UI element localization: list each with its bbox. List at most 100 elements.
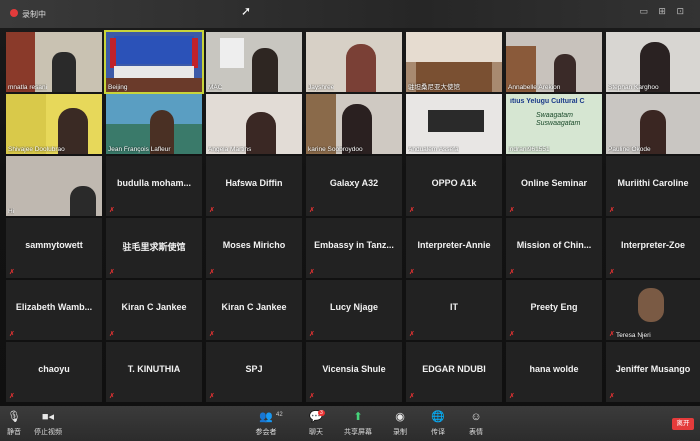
chat-label: 聊天 xyxy=(309,429,323,436)
participant-name: Muriithi Caroline xyxy=(617,178,689,188)
stage-backdrop xyxy=(114,36,194,64)
meeting-window: 录制中 ➚ ▭ ⊞ ⊡ mnatla resani Beijing MAC Ja… xyxy=(0,0,700,441)
participant-name: Moses Miricho xyxy=(222,240,286,250)
record-label: 录制 xyxy=(393,429,407,436)
video-tile[interactable]: Shivajee Doolubrao xyxy=(6,94,102,154)
participant-name: sammytowett xyxy=(25,240,83,250)
person-silhouette xyxy=(346,44,376,92)
share-screen-button[interactable]: ⬆ 共享屏幕 xyxy=(338,410,378,437)
recording-dot-icon xyxy=(10,9,18,17)
participant-name: Jeniffer Musango xyxy=(615,364,691,374)
video-tile[interactable]: Jean François Lafleur xyxy=(106,94,202,154)
participant-tile[interactable]: Online Seminar ✗ xyxy=(506,156,602,216)
participant-tile[interactable]: Moses Miricho ✗ xyxy=(206,218,302,278)
mic-muted-icon: ✗ xyxy=(109,393,115,400)
video-camera-icon: ■◂ xyxy=(41,411,55,423)
participant-grid: mnatla resani Beijing MAC Jayshree 驻坦桑尼亚… xyxy=(6,30,700,404)
video-tile[interactable]: mnatla resani xyxy=(6,32,102,92)
participant-label: Pauline Okode xyxy=(608,146,651,153)
mouse-cursor-icon: ➚ xyxy=(241,4,252,18)
record-icon: ◉ xyxy=(395,411,405,423)
participant-tile[interactable]: SPJ ✗ xyxy=(206,342,302,402)
chat-button[interactable]: 💬 3 聊天 xyxy=(296,410,336,437)
participant-tile[interactable]: hana wolde ✗ xyxy=(506,342,602,402)
video-tile[interactable]: itius Yelugu Cultural C Swaagatam Suswaa… xyxy=(506,94,602,154)
mic-muted-icon: ✗ xyxy=(109,269,115,276)
participant-name: SPJ xyxy=(245,364,263,374)
interpretation-button[interactable]: 🌐 传译 xyxy=(418,410,458,437)
video-tile[interactable]: Angela Martins xyxy=(206,94,302,154)
wall xyxy=(406,32,502,62)
participant-name: Mission of Chin... xyxy=(516,240,592,250)
participant-tile[interactable]: Kiran C Jankee ✗ xyxy=(106,280,202,340)
participant-name: hana wolde xyxy=(529,364,579,374)
mic-muted-icon: ✗ xyxy=(109,207,115,214)
video-tile[interactable]: karine Soobroydoo xyxy=(306,94,402,154)
leave-meeting-button[interactable]: 离开 xyxy=(672,418,694,430)
record-button[interactable]: ◉ 录制 xyxy=(380,410,420,437)
flag-right xyxy=(192,38,198,68)
participant-tile[interactable]: EDGAR NDUBI ✗ xyxy=(406,342,502,402)
participants-label: 参会者 xyxy=(255,429,277,436)
stop-video-button[interactable]: ■◂ 停止视频 xyxy=(28,410,68,437)
meeting-toolbar: 🎙 静音 ■◂ 停止视频 👥 42 参会者 💬 3 聊天 ⬆ 共享屏幕 ◉ 录制… xyxy=(0,406,700,441)
participant-tile[interactable]: Vicensia Shule ✗ xyxy=(306,342,402,402)
participant-label: Hi xyxy=(8,208,15,215)
globe-icon: 🌐 xyxy=(431,411,445,423)
participant-name: chaoyu xyxy=(38,364,70,374)
participants-button[interactable]: 👥 42 参会者 xyxy=(246,410,286,437)
participant-tile[interactable]: budulla moham... ✗ xyxy=(106,156,202,216)
mic-muted-icon: ✗ xyxy=(509,331,515,338)
participant-tile[interactable]: chaoyu ✗ xyxy=(6,342,102,402)
video-tile[interactable]: 驻坦桑尼亚大使馆 xyxy=(406,32,502,92)
chat-icon: 💬 xyxy=(309,411,323,423)
banner-title: itius Yelugu Cultural C xyxy=(510,98,585,105)
participant-tile[interactable]: sammytowett ✗ xyxy=(6,218,102,278)
video-tile-active-speaker[interactable]: Beijing xyxy=(104,30,204,94)
participant-tile[interactable]: Jeniffer Musango ✗ xyxy=(606,342,700,402)
video-tile[interactable]: Hi xyxy=(6,156,102,216)
video-tile[interactable]: Jayshree xyxy=(306,32,402,92)
participant-tile[interactable]: Lucy Njage ✗ xyxy=(306,280,402,340)
mic-muted-icon: ✗ xyxy=(209,393,215,400)
participant-label: MAC xyxy=(208,84,223,91)
person-silhouette xyxy=(252,48,278,92)
participant-tile[interactable]: Interpreter-Annie ✗ xyxy=(406,218,502,278)
video-tile[interactable]: MAC xyxy=(206,32,302,92)
video-tile[interactable]: Annabelle Arekion xyxy=(506,32,602,92)
participant-tile[interactable]: T. KINUTHIA ✗ xyxy=(106,342,202,402)
person-silhouette xyxy=(70,186,96,216)
mic-muted-icon: ✗ xyxy=(609,331,615,338)
mic-muted-icon: ✗ xyxy=(209,269,215,276)
reactions-button[interactable]: ☺ 表情 xyxy=(456,410,496,437)
participant-name: Vicensia Shule xyxy=(322,364,386,374)
window-controls[interactable]: ▭ ⊞ ⊡ xyxy=(639,6,688,17)
reactions-label: 表情 xyxy=(469,429,483,436)
participant-tile[interactable]: 驻毛里求斯使馆 ✗ xyxy=(106,218,202,278)
participant-tile[interactable]: Embassy in Tanz... ✗ xyxy=(306,218,402,278)
participant-tile[interactable]: Galaxy A32 ✗ xyxy=(306,156,402,216)
participant-tile[interactable]: IT ✗ xyxy=(406,280,502,340)
participant-tile[interactable]: OPPO A1k ✗ xyxy=(406,156,502,216)
video-tile[interactable]: Stephan Karghoo xyxy=(606,32,700,92)
participant-tile[interactable]: Hafswa Diffin ✗ xyxy=(206,156,302,216)
participant-tile[interactable]: Interpreter-Zoe ✗ xyxy=(606,218,700,278)
participant-tile[interactable]: Kiran C Jankee ✗ xyxy=(206,280,302,340)
participant-tile[interactable]: Muriithi Caroline ✗ xyxy=(606,156,700,216)
mic-muted-icon: ✗ xyxy=(9,331,15,338)
mic-muted-icon: ✗ xyxy=(309,393,315,400)
poster-image xyxy=(428,110,484,132)
conference-table xyxy=(114,66,194,78)
participant-tile-photo[interactable]: Teresa Njeri ✗ xyxy=(606,280,700,340)
participant-tile[interactable]: Elizabeth Wamb... ✗ xyxy=(6,280,102,340)
video-tile[interactable]: Pauline Okode xyxy=(606,94,700,154)
bookshelf xyxy=(306,94,336,154)
participant-label: Beijing xyxy=(108,84,128,91)
mic-muted-icon: ✗ xyxy=(509,269,515,276)
participant-tile[interactable]: Mission of Chin... ✗ xyxy=(506,218,602,278)
video-tile[interactable]: Andualem Assefa xyxy=(406,94,502,154)
participant-tile[interactable]: Preety Eng ✗ xyxy=(506,280,602,340)
participant-label: Teresa Njeri xyxy=(616,332,651,339)
smiley-icon: ☺ xyxy=(470,411,482,423)
mic-muted-icon: ✗ xyxy=(209,207,215,214)
